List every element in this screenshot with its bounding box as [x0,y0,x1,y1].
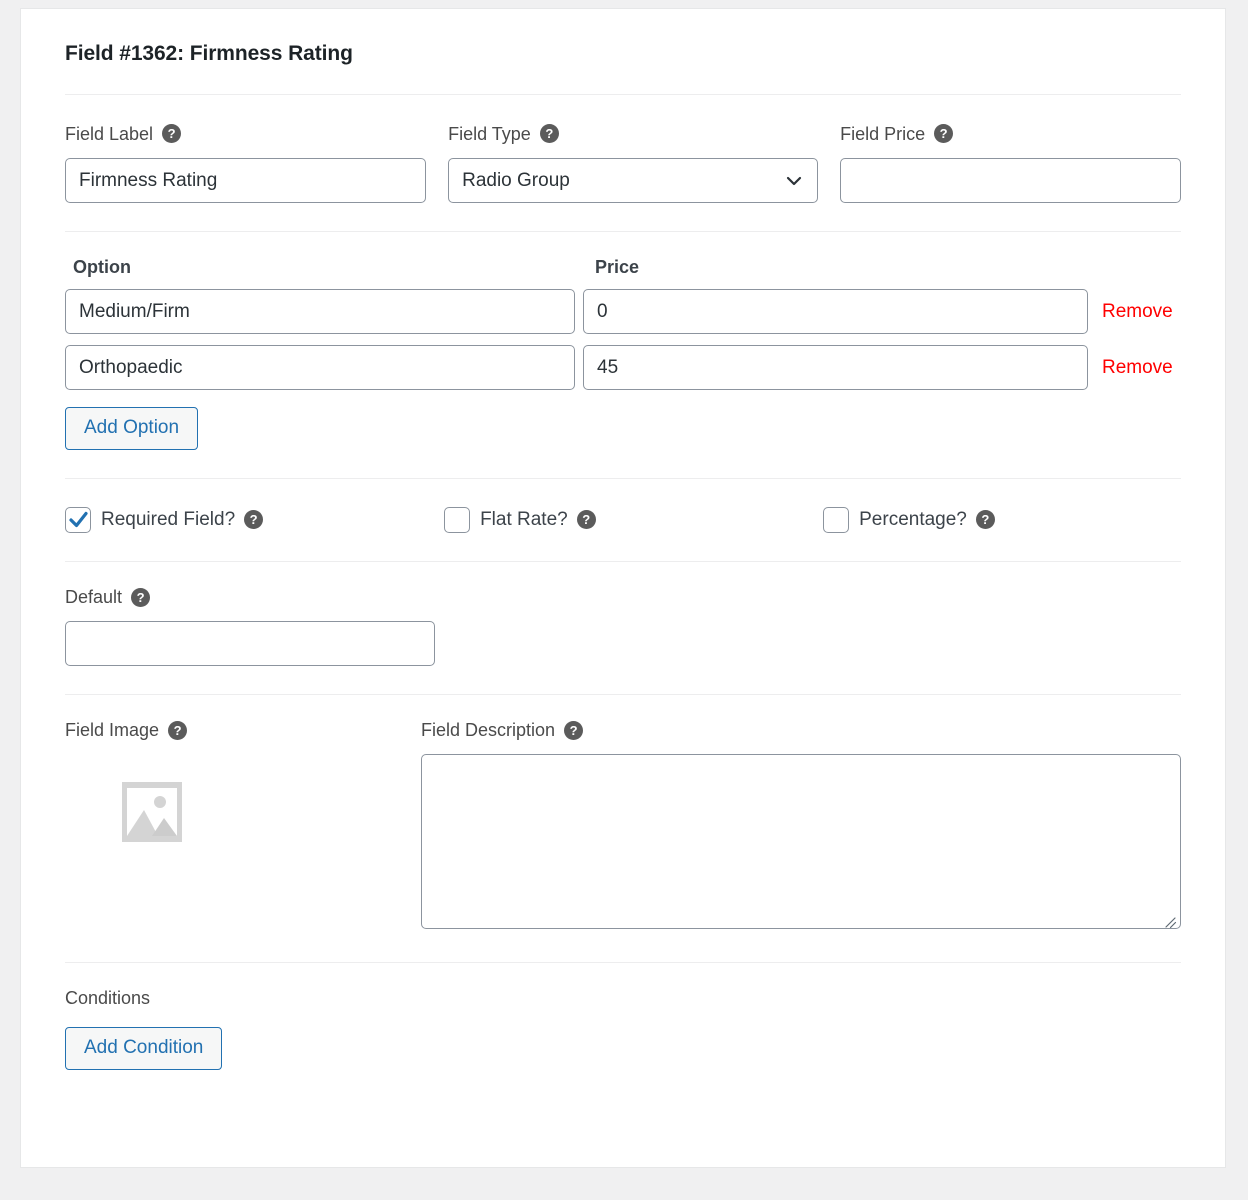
required-field-label-text: Required Field? [101,508,236,530]
help-icon[interactable]: ? [244,510,264,530]
percentage-label-text: Percentage? [859,508,967,530]
table-row: Remove [65,289,1181,334]
field-settings-panel: Field #1362: Firmness Rating Field Label… [20,8,1226,1168]
field-price-text: Field Price [840,123,926,144]
percentage-checkbox[interactable] [823,506,850,533]
percentage-group: Percentage? ? [823,506,1181,533]
image-placeholder-icon[interactable] [122,781,182,842]
help-icon[interactable]: ? [934,124,954,143]
field-description-label-text: Field Description [421,720,556,741]
divider [65,560,1181,562]
percentage-label: Percentage? ? [859,509,995,531]
field-description-label: Field Description ? [421,720,1181,741]
field-type-select[interactable]: Radio Group [448,158,819,203]
option-price-input[interactable] [583,289,1088,334]
field-description-textarea[interactable] [421,753,1181,929]
required-field-label: Required Field? ? [101,508,264,531]
field-type-text: Field Type [448,123,531,144]
divider [65,94,1181,95]
required-field-group: Required Field? ? [65,506,444,533]
column-header-price: Price [595,257,640,277]
divider [65,477,1181,479]
help-icon[interactable]: ? [564,720,584,740]
field-label-text: Field Label [65,123,154,144]
field-description-group: Field Description ? [421,720,1181,934]
default-label-text: Default [65,587,123,608]
field-type-group: Field Type ? Radio Group [448,124,819,203]
default-input[interactable] [65,620,435,666]
option-price-input[interactable] [583,345,1088,390]
field-description-wrapper [421,740,1181,934]
help-icon[interactable]: ? [162,124,182,143]
flat-rate-group: Flat Rate? ? [444,506,823,533]
help-icon[interactable]: ? [539,124,559,143]
divider [65,693,1181,695]
field-image-group: Field Image ? [65,720,421,934]
field-price-group: Field Price ? [840,124,1182,203]
field-type-label: Field Type ? [448,124,818,143]
field-type-selected-value: Radio Group [448,158,819,203]
field-image-label: Field Image ? [65,720,421,741]
field-label-group: Field Label ? [65,124,427,203]
default-group: Default ? [65,587,1181,666]
help-icon[interactable]: ? [131,587,151,607]
flat-rate-label: Flat Rate? ? [480,509,596,531]
divider [65,231,1181,232]
field-label-label: Field Label ? [65,124,426,143]
field-image-label-text: Field Image [65,720,160,741]
flat-rate-label-text: Flat Rate? [480,508,568,530]
add-condition-container: Add Condition [65,1026,1181,1070]
page-title: Field #1362: Firmness Rating [65,42,353,65]
media-row: Field Image ? Field Description ? [65,720,1181,934]
help-icon[interactable]: ? [576,510,596,530]
field-price-input[interactable] [840,158,1182,203]
toggles-row: Required Field? ? Flat Rate? ? Percentag… [65,506,1181,533]
help-icon[interactable]: ? [168,720,188,740]
field-price-label: Field Price ? [840,124,1181,143]
add-option-container: Add Option [65,407,1181,450]
add-option-button[interactable]: Add Option [65,407,199,450]
options-table-header: Option Price [65,257,1181,278]
remove-option-link[interactable]: Remove [1102,301,1173,323]
default-label: Default ? [65,587,1181,608]
flat-rate-checkbox[interactable] [444,506,471,533]
checkmark-icon [69,511,88,527]
table-row: Remove [65,345,1181,390]
field-basics-row: Field Label ? Field Type ? Radio Group [65,124,1182,203]
help-icon[interactable]: ? [975,510,995,530]
option-name-input[interactable] [65,345,575,390]
divider [65,961,1181,963]
column-header-option: Option [73,257,131,277]
option-name-input[interactable] [65,289,575,334]
conditions-label: Conditions [65,987,151,1008]
required-field-checkbox[interactable] [65,506,91,533]
add-condition-button[interactable]: Add Condition [65,1026,223,1070]
field-label-input[interactable] [65,158,427,203]
remove-option-link[interactable]: Remove [1102,357,1173,379]
